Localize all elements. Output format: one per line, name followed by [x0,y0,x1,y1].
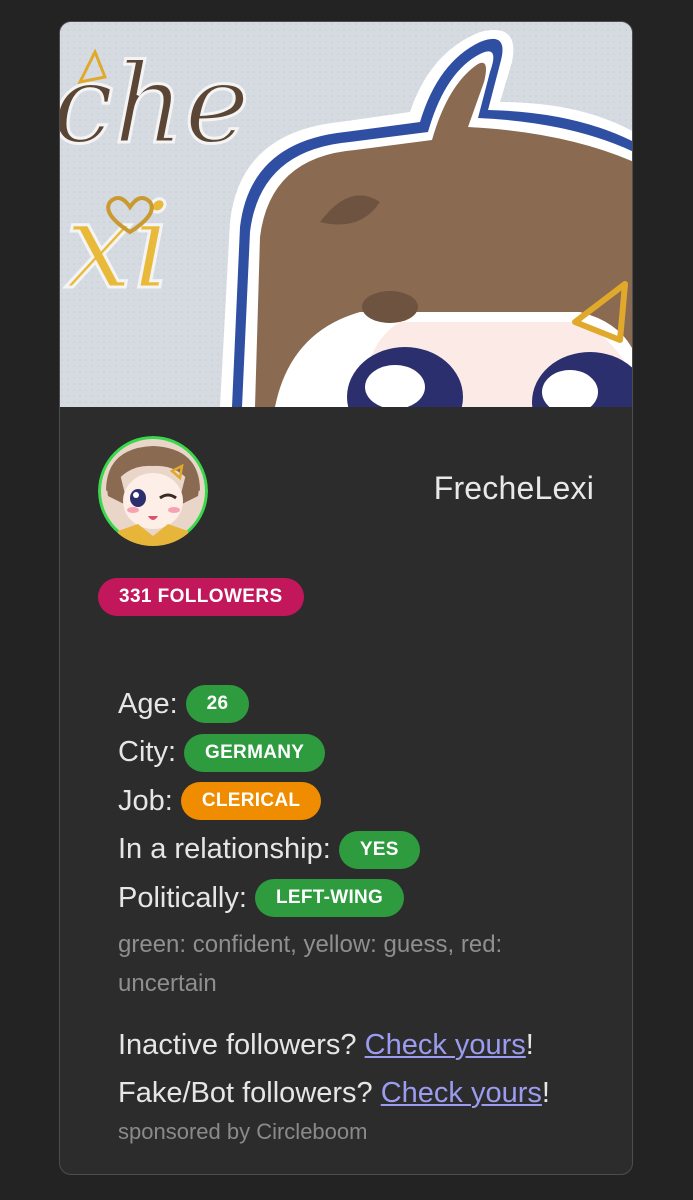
fake-exclamation: ! [541,1076,550,1109]
age-row: Age: 26 [118,680,588,729]
confidence-legend: green: confident, yellow: guess, red: un… [118,930,503,997]
age-value-badge: 26 [185,685,250,724]
profile-info-section: Age: 26 City: GERMANY Job: CLERICAL In a… [118,680,588,1145]
politics-value-badge: LEFT-WING [254,879,405,918]
job-label: Job: [118,784,173,817]
relationship-label: In a relationship: [118,833,331,866]
profile-avatar[interactable] [98,436,208,546]
check-inactive-followers-link[interactable]: Check yours [365,1029,526,1061]
followers-count-badge: 331 FOLLOWERS [98,578,304,616]
city-label: City: [118,736,176,769]
links-section: Inactive followers? Check yours! Fake/Bo… [118,1021,588,1117]
inactive-followers-line: Inactive followers? Check yours! [118,1021,588,1069]
city-value-badge: GERMANY [184,733,326,772]
politics-label: Politically: [118,881,247,914]
profile-username: FrecheLexi [433,470,594,506]
relationship-row: In a relationship: YES [118,826,588,875]
inactive-followers-text: Inactive followers? [118,1028,365,1061]
city-row: City: GERMANY [118,729,588,778]
job-row: Job: CLERICAL [118,777,588,826]
check-fake-followers-link[interactable]: Check yours [381,1077,542,1109]
age-label: Age: [118,687,178,720]
relationship-value-badge: YES [338,830,420,869]
banner-script-che: che [60,40,250,168]
fake-followers-text: Fake/Bot followers? [118,1076,381,1109]
profile-card: che xi FrecheLexi 331 FOLLOWERS Age: 26 … [59,21,633,1175]
fake-followers-line: Fake/Bot followers? Check yours! [118,1069,588,1117]
banner-image: che xi [60,22,632,407]
job-value-badge: CLERICAL [180,782,322,821]
sponsored-text: sponsored by Circleboom [118,1118,368,1144]
inactive-exclamation: ! [525,1028,534,1061]
politics-row: Politically: LEFT-WING [118,874,588,923]
